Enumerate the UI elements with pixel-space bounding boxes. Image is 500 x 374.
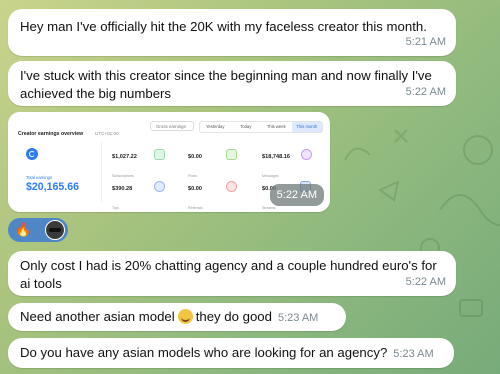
timezone-label: UTC+01:00 [95, 131, 119, 136]
message-text: Need another asian model they do good 5:23… [20, 308, 318, 327]
image-time: 5:22 AM [269, 184, 324, 206]
stat-value: $18,748.16 [262, 154, 290, 160]
stat-tips: $390.28 Tips [112, 180, 132, 212]
tab-this-month: This month [291, 122, 322, 132]
message-time: 5:23 AM [277, 312, 319, 324]
dashboard-title: Creator earnings overview [18, 131, 84, 137]
message-text: Do you have any asian models who are loo… [20, 344, 434, 363]
message-bubble[interactable]: Do you have any asian models who are loo… [8, 338, 454, 368]
image-message[interactable]: Creator earnings overview UTC+01:00 Gros… [8, 112, 330, 212]
stat-referrals: $0.00 Referrals [188, 180, 203, 212]
message-text: I've stuck with this creator since the b… [20, 68, 432, 101]
message-bubble[interactable]: I've stuck with this creator since the b… [8, 61, 456, 106]
tab-today: Today [240, 124, 252, 129]
message-time: 5:22 AM [405, 86, 446, 98]
message-time: 5:23 AM [393, 348, 434, 360]
referrals-icon [226, 181, 237, 192]
brand-logo-icon [26, 148, 38, 160]
stat-label: Tips [112, 206, 119, 210]
message-text-part: Need another asian model [20, 309, 175, 324]
period-tabs: Yesterday Today This week This month [199, 121, 323, 133]
subscriptions-icon [154, 149, 165, 160]
message-time: 5:21 AM [405, 36, 446, 48]
fire-emoji-icon: 🔥 [15, 222, 32, 237]
tab-this-week: This week [266, 124, 286, 129]
message-bubble[interactable]: Hey man I've officially hit the 20K with… [8, 9, 456, 56]
stat-value: $0.00 [188, 186, 202, 192]
message-text: Hey man I've officially hit the 20K with… [20, 19, 427, 34]
stat-value: $1,027.22 [112, 154, 137, 160]
message-text: Only cost I had is 20% chatting agency a… [20, 258, 437, 291]
message-bubble[interactable]: Only cost I had is 20% chatting agency a… [8, 251, 456, 296]
message-text-part: they do good [195, 309, 272, 324]
message-bubble[interactable]: Need another asian model they do good 5:23… [8, 303, 346, 331]
divider [101, 142, 102, 202]
tips-icon [154, 181, 165, 192]
tab-yesterday: Yesterday [206, 124, 225, 129]
drooling-face-emoji-icon [177, 309, 193, 324]
stat-label: Referrals [188, 206, 203, 210]
total-earnings-value: $20,165.66 [26, 181, 80, 193]
reaction-chip[interactable]: 🔥 [8, 218, 68, 242]
earnings-type-select: Gross earnings [150, 121, 194, 131]
reactor-avatar [45, 220, 65, 240]
messages-icon [301, 149, 312, 160]
stat-value: $0.00 [188, 154, 202, 160]
stat-value: $390.28 [112, 186, 133, 192]
posts-icon [226, 149, 237, 160]
message-time: 5:22 AM [405, 276, 446, 288]
message-text-part: Do you have any asian models who are loo… [20, 345, 388, 360]
